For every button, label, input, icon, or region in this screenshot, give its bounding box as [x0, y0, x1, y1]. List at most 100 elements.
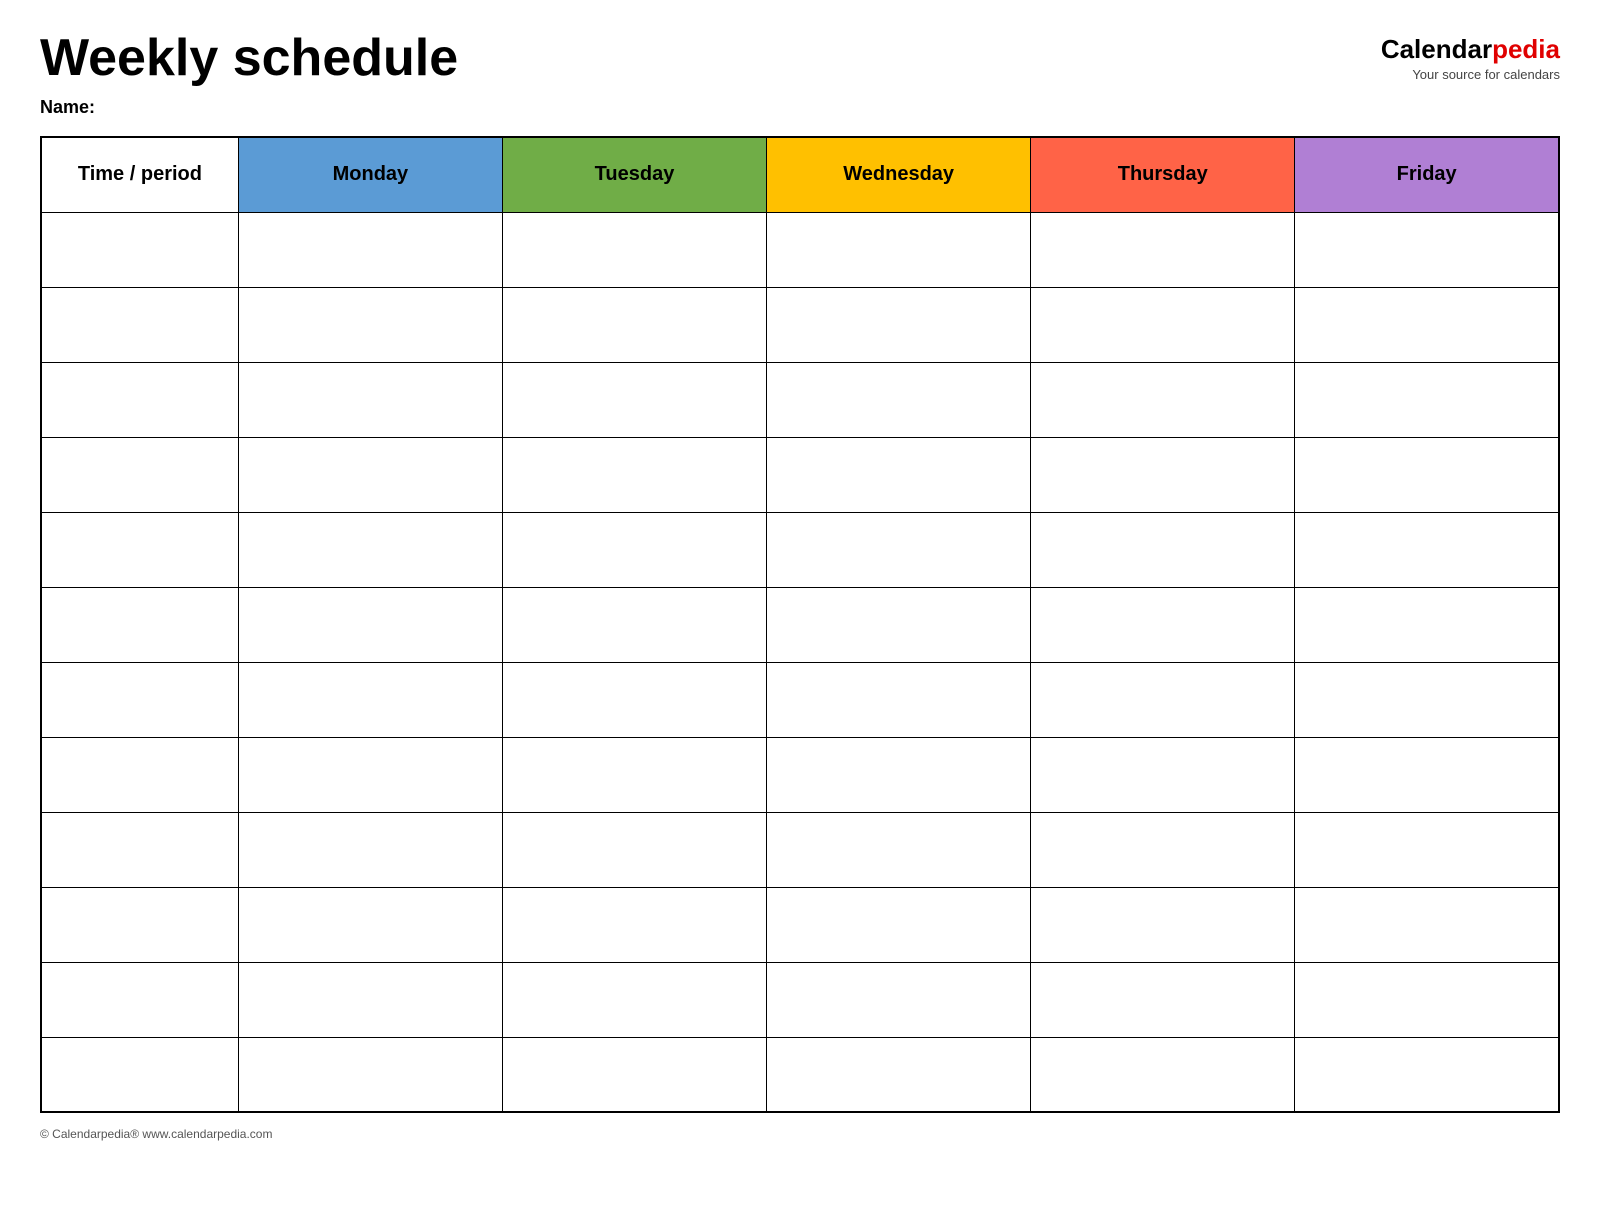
- table-cell[interactable]: [502, 737, 766, 812]
- col-header-monday: Monday: [238, 137, 502, 212]
- table-cell[interactable]: [41, 962, 238, 1037]
- table-cell[interactable]: [238, 962, 502, 1037]
- table-cell[interactable]: [767, 1037, 1031, 1112]
- table-cell[interactable]: [238, 212, 502, 287]
- table-cell[interactable]: [238, 812, 502, 887]
- table-cell[interactable]: [502, 437, 766, 512]
- table-cell[interactable]: [767, 362, 1031, 437]
- table-cell[interactable]: [1031, 662, 1295, 737]
- table-cell[interactable]: [1031, 1037, 1295, 1112]
- table-cell[interactable]: [1295, 962, 1559, 1037]
- table-cell[interactable]: [1295, 887, 1559, 962]
- col-header-wednesday: Wednesday: [767, 137, 1031, 212]
- logo-text: Calendarpedia: [1381, 34, 1560, 65]
- table-cell[interactable]: [1295, 812, 1559, 887]
- table-cell[interactable]: [238, 362, 502, 437]
- table-cell[interactable]: [767, 962, 1031, 1037]
- table-cell[interactable]: [1031, 737, 1295, 812]
- name-label: Name:: [40, 97, 1560, 118]
- table-cell[interactable]: [41, 362, 238, 437]
- table-cell[interactable]: [1031, 287, 1295, 362]
- table-cell[interactable]: [41, 1037, 238, 1112]
- table-cell[interactable]: [41, 812, 238, 887]
- table-cell[interactable]: [238, 1037, 502, 1112]
- table-cell[interactable]: [41, 437, 238, 512]
- table-cell[interactable]: [502, 212, 766, 287]
- header: Weekly schedule Calendarpedia Your sourc…: [40, 30, 1560, 87]
- table-cell[interactable]: [1295, 662, 1559, 737]
- table-cell[interactable]: [41, 737, 238, 812]
- table-cell[interactable]: [1031, 962, 1295, 1037]
- table-cell[interactable]: [1295, 362, 1559, 437]
- header-row: Time / period Monday Tuesday Wednesday T…: [41, 137, 1559, 212]
- schedule-body: [41, 212, 1559, 1112]
- col-header-tuesday: Tuesday: [502, 137, 766, 212]
- table-cell[interactable]: [767, 587, 1031, 662]
- table-cell[interactable]: [767, 812, 1031, 887]
- table-cell[interactable]: [502, 662, 766, 737]
- table-cell[interactable]: [41, 512, 238, 587]
- col-header-time: Time / period: [41, 137, 238, 212]
- table-row: [41, 962, 1559, 1037]
- table-row: [41, 1037, 1559, 1112]
- table-cell[interactable]: [502, 587, 766, 662]
- table-row: [41, 212, 1559, 287]
- table-cell[interactable]: [41, 662, 238, 737]
- table-cell[interactable]: [238, 587, 502, 662]
- table-cell[interactable]: [1295, 1037, 1559, 1112]
- table-cell[interactable]: [41, 887, 238, 962]
- table-cell[interactable]: [767, 437, 1031, 512]
- table-cell[interactable]: [502, 962, 766, 1037]
- table-cell[interactable]: [1031, 437, 1295, 512]
- table-cell[interactable]: [41, 287, 238, 362]
- table-row: [41, 362, 1559, 437]
- table-cell[interactable]: [767, 287, 1031, 362]
- table-cell[interactable]: [767, 662, 1031, 737]
- footer: © Calendarpedia® www.calendarpedia.com: [40, 1127, 1560, 1141]
- table-row: [41, 662, 1559, 737]
- logo-calendar: Calendar: [1381, 34, 1492, 64]
- table-cell[interactable]: [1031, 587, 1295, 662]
- table-row: [41, 287, 1559, 362]
- table-cell[interactable]: [502, 362, 766, 437]
- table-cell[interactable]: [1031, 212, 1295, 287]
- table-cell[interactable]: [41, 212, 238, 287]
- table-cell[interactable]: [41, 587, 238, 662]
- table-cell[interactable]: [1295, 587, 1559, 662]
- table-row: [41, 512, 1559, 587]
- table-cell[interactable]: [1295, 212, 1559, 287]
- table-cell[interactable]: [502, 887, 766, 962]
- footer-text: © Calendarpedia® www.calendarpedia.com: [40, 1127, 272, 1141]
- schedule-table: Time / period Monday Tuesday Wednesday T…: [40, 136, 1560, 1113]
- table-cell[interactable]: [238, 737, 502, 812]
- table-row: [41, 587, 1559, 662]
- table-cell[interactable]: [502, 512, 766, 587]
- table-cell[interactable]: [238, 437, 502, 512]
- table-row: [41, 887, 1559, 962]
- col-header-thursday: Thursday: [1031, 137, 1295, 212]
- table-cell[interactable]: [1295, 737, 1559, 812]
- table-cell[interactable]: [1295, 437, 1559, 512]
- table-cell[interactable]: [502, 1037, 766, 1112]
- table-cell[interactable]: [1031, 887, 1295, 962]
- logo: Calendarpedia Your source for calendars: [1381, 30, 1560, 82]
- table-cell[interactable]: [1031, 362, 1295, 437]
- table-cell[interactable]: [767, 212, 1031, 287]
- table-row: [41, 737, 1559, 812]
- table-cell[interactable]: [502, 812, 766, 887]
- table-cell[interactable]: [1295, 287, 1559, 362]
- table-cell[interactable]: [238, 887, 502, 962]
- table-cell[interactable]: [767, 887, 1031, 962]
- table-cell[interactable]: [238, 512, 502, 587]
- table-cell[interactable]: [767, 512, 1031, 587]
- table-cell[interactable]: [502, 287, 766, 362]
- logo-tagline: Your source for calendars: [1381, 67, 1560, 82]
- table-cell[interactable]: [1031, 812, 1295, 887]
- table-cell[interactable]: [238, 287, 502, 362]
- table-cell[interactable]: [767, 737, 1031, 812]
- table-cell[interactable]: [238, 662, 502, 737]
- col-header-friday: Friday: [1295, 137, 1559, 212]
- logo-pedia: pedia: [1492, 34, 1560, 64]
- table-cell[interactable]: [1295, 512, 1559, 587]
- table-cell[interactable]: [1031, 512, 1295, 587]
